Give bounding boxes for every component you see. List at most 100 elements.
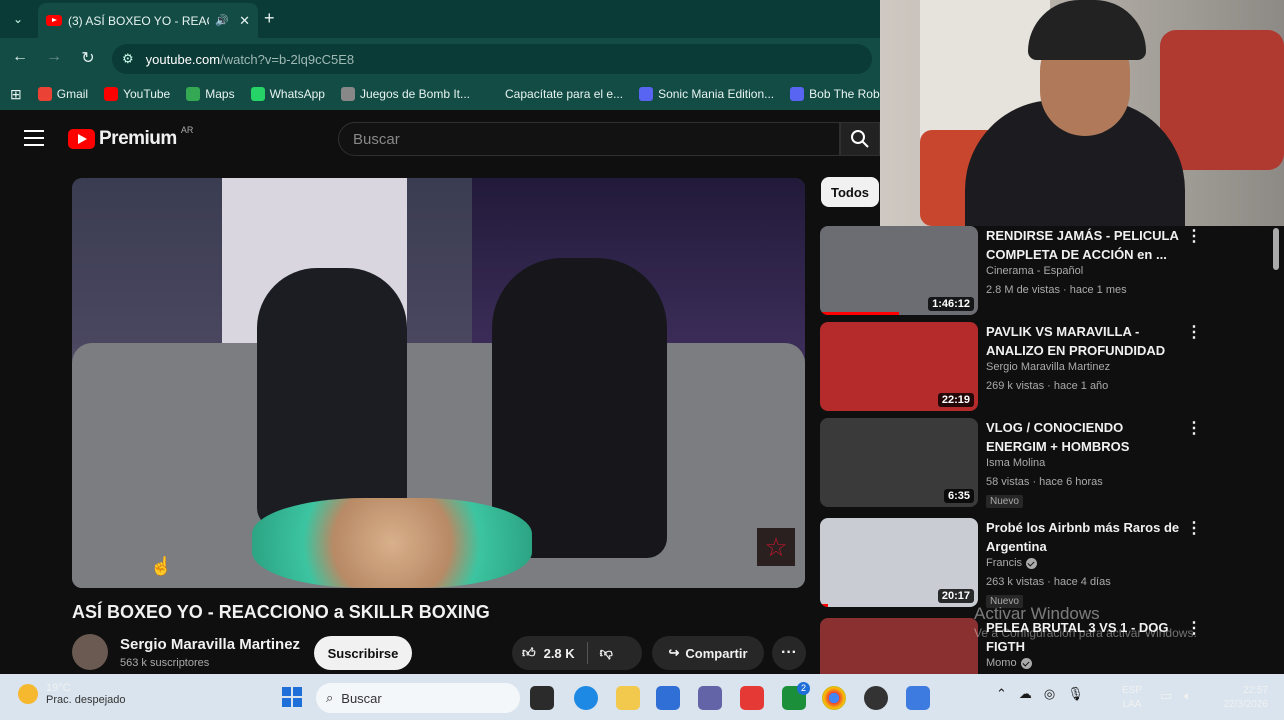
bookmark-item[interactable]: Gmail <box>37 87 89 101</box>
more-vert-icon[interactable]: ⋮ <box>1186 226 1202 246</box>
bookmark-item[interactable]: WhatsApp <box>250 87 325 101</box>
recommendation-meta: 58 vistas · hace 6 horas <box>986 476 1103 488</box>
blank-icon <box>486 87 500 101</box>
start-button[interactable] <box>282 687 302 707</box>
recommendation-item[interactable]: 6:35 VLOG / CONOCIENDO ENERGIM + HOMBROS I… <box>820 418 1250 510</box>
search-button[interactable] <box>840 122 880 156</box>
onedrive-icon[interactable]: ☁ <box>1019 686 1032 702</box>
xbox-icon[interactable]: 2 <box>782 682 810 710</box>
apps-icon[interactable]: ⊞ <box>10 86 22 103</box>
clock-date: 22/3/2026 <box>1223 699 1269 710</box>
recommendation-item[interactable]: 1:46:12 RENDIRSE JAMÁS - PELICULA COMPLET… <box>820 226 1250 318</box>
recommendation-item[interactable]: 20:17 Probé los Airbnb más Raros de Argen… <box>820 518 1250 610</box>
reload-icon[interactable]: ↻ <box>78 48 98 68</box>
address-bar[interactable]: ⚙ youtube.com/watch?v=b-2lq9cC5E8 <box>112 44 872 74</box>
clock[interactable]: 22:57 22/3/2026 <box>1212 684 1269 712</box>
video-title: ASÍ BOXEO YO - REACCIONO a SKILLR BOXING <box>72 602 490 622</box>
youtube-icon <box>104 87 119 101</box>
video-thumbnail[interactable]: 6:35 <box>820 418 978 507</box>
app-icon[interactable] <box>864 686 888 710</box>
chrome-icon[interactable] <box>822 686 846 710</box>
video-frame-belt <box>252 498 532 588</box>
edge-icon[interactable] <box>574 686 598 710</box>
weather-desc: Prac. despejado <box>46 694 126 706</box>
wps-office-icon[interactable] <box>740 686 764 710</box>
video-duration: 22:19 <box>937 393 974 407</box>
weather-widget[interactable]: 19°C Prac. despejado <box>18 682 126 706</box>
volume-icon[interactable]: 🔈︎ <box>1184 688 1192 704</box>
close-tab-icon[interactable]: ✕ <box>239 13 250 29</box>
menu-icon[interactable] <box>24 130 44 146</box>
bookmark-item[interactable]: Bob The Robbe <box>790 87 893 101</box>
more-actions-button[interactable]: ··· <box>772 636 806 670</box>
more-vert-icon[interactable]: ⋮ <box>1186 322 1202 342</box>
share-button[interactable]: ↪ Compartir <box>652 636 764 670</box>
video-thumbnail[interactable]: 20:17 <box>820 518 978 607</box>
bookmark-label: Maps <box>205 87 235 101</box>
site-settings-icon[interactable]: ⚙ <box>122 51 134 67</box>
channel-watermark-icon: ☆ <box>757 528 795 566</box>
bookmark-item[interactable]: Sonic Mania Edition... <box>639 87 774 101</box>
speaker-icon[interactable]: 🔊 <box>215 14 229 27</box>
hand-cursor-icon: ☝ <box>150 556 173 576</box>
weather-sun-icon <box>18 684 38 704</box>
activate-windows-title: Activar Windows <box>974 604 1100 623</box>
more-vert-icon[interactable]: ⋮ <box>1186 418 1202 438</box>
recommendation-channel[interactable]: Isma Molina <box>986 457 1045 469</box>
recommendation-channel[interactable]: Sergio Maravilla Martinez <box>986 361 1110 373</box>
tab-title: (3) ASÍ BOXEO YO - REACCI <box>68 13 209 28</box>
subscribe-button[interactable]: Suscribirse <box>314 636 412 670</box>
bookmark-item[interactable]: YouTube <box>104 87 170 101</box>
display-icon[interactable]: ▭ <box>1160 688 1172 704</box>
channel-avatar[interactable] <box>72 634 108 670</box>
youtube-logo[interactable]: Premium AR <box>68 125 193 150</box>
channel-label: Cinerama - Español <box>986 265 1084 277</box>
recommendation-title[interactable]: Probé los Airbnb más Raros de Argentina <box>986 518 1186 556</box>
bookmark-label: Gmail <box>56 87 89 101</box>
file-explorer-icon[interactable] <box>616 686 640 710</box>
video-player[interactable]: ☆ <box>72 178 805 588</box>
recommendation-title[interactable]: PAVLIK VS MARAVILLA - ANALIZO EN PROFUND… <box>986 322 1186 360</box>
game-launcher-icon[interactable] <box>906 686 930 710</box>
video-duration: 1:46:12 <box>928 297 974 311</box>
teams-icon[interactable] <box>698 686 722 710</box>
channel-label: Momo <box>986 657 1017 669</box>
subscriber-count: 563 k suscriptores <box>120 657 210 669</box>
channel-label: Isma Molina <box>986 457 1046 469</box>
scrollbar-thumb[interactable] <box>1273 228 1279 270</box>
chevron-up-icon[interactable]: ⌃ <box>996 686 1007 702</box>
video-frame-person-right <box>492 258 667 558</box>
taskbar-search[interactable]: ⌕ Buscar <box>316 683 520 713</box>
recommendation-channel[interactable]: Cinerama - Español <box>986 265 1083 277</box>
recommendation-title[interactable]: RENDIRSE JAMÁS - PELICULA COMPLETA DE AC… <box>986 226 1186 264</box>
more-vert-icon[interactable]: ⋮ <box>1186 518 1202 538</box>
back-icon[interactable]: ← <box>10 48 30 66</box>
scrollbar[interactable] <box>1272 228 1280 672</box>
chip-all[interactable]: Todos <box>821 177 879 207</box>
new-tab-button[interactable]: + <box>264 9 275 27</box>
url-path: /watch?v=b-2lq9cC5E8 <box>220 51 355 67</box>
bookmark-item[interactable]: Juegos de Bomb It... <box>340 87 470 101</box>
channel-name[interactable]: Sergio Maravilla Martinez <box>120 636 300 653</box>
input-language[interactable]: ESP LAA <box>1122 684 1142 712</box>
like-button[interactable]: 👍︎ 2.8 K <box>512 642 588 664</box>
browser-tab[interactable]: (3) ASÍ BOXEO YO - REACCI 🔊 ✕ <box>38 3 258 38</box>
recommendation-channel[interactable]: Francis <box>986 557 1038 569</box>
whatsapp-icon <box>250 87 265 101</box>
dislike-button[interactable]: 👎︎ <box>588 645 613 661</box>
store-icon[interactable] <box>656 686 680 710</box>
forward-icon[interactable]: → <box>44 48 64 66</box>
recommendation-title[interactable]: VLOG / CONOCIENDO ENERGIM + HOMBROS <box>986 418 1186 456</box>
video-thumbnail[interactable]: 22:19 <box>820 322 978 411</box>
bookmark-item[interactable]: Capacítate para el e... <box>486 87 623 101</box>
recommendation-item[interactable]: 22:19 PAVLIK VS MARAVILLA - ANALIZO EN PR… <box>820 322 1250 414</box>
recommendation-channel[interactable]: Momo <box>986 657 1032 669</box>
bookmark-item[interactable]: Maps <box>186 87 235 101</box>
network-icon[interactable]: ◎ <box>1044 686 1055 702</box>
tab-search-button[interactable]: ⌄ <box>6 7 30 31</box>
microphone-icon[interactable]: 🎙︎ <box>1067 686 1084 702</box>
task-view-icon[interactable] <box>530 686 554 710</box>
video-thumbnail[interactable]: 1:46:12 <box>820 226 978 315</box>
search-input[interactable]: Buscar <box>338 122 840 156</box>
recommendation-meta: 2.8 M de vistas · hace 1 mes <box>986 284 1127 296</box>
